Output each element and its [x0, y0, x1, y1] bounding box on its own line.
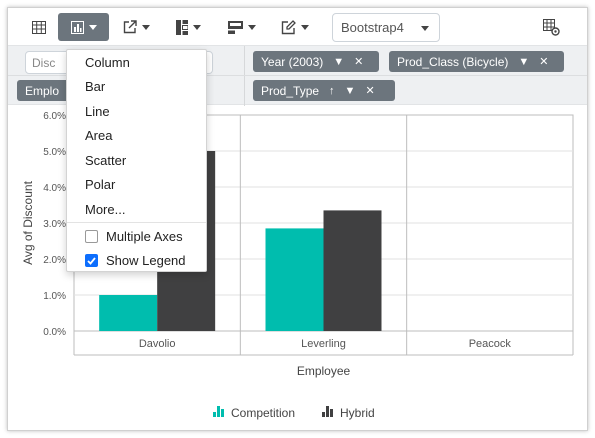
field-list-button[interactable]	[538, 13, 564, 41]
export-icon	[123, 20, 137, 34]
legend-label: Hybrid	[340, 406, 375, 420]
field-list-icon	[542, 18, 560, 36]
x-axis-title: Employee	[297, 364, 351, 378]
grandtotals-icon	[228, 20, 243, 34]
y-tick-label: 2.0%	[43, 255, 66, 266]
y-tick-label: 1.0%	[43, 291, 66, 302]
menu-item-line[interactable]: Line	[85, 104, 110, 119]
column-pill-prod-type[interactable]: Prod_Type ↑ ▼ ✕	[253, 80, 395, 101]
row-field-label: Emplo	[25, 83, 60, 98]
pivot-view: Bootstrap4 Disc Emplo Year (2003) ▼ ✕ Pr…	[7, 7, 588, 431]
chevron-down-icon	[248, 24, 256, 30]
menu-item-column[interactable]: Column	[85, 55, 130, 70]
legend-marker-icon	[322, 412, 325, 417]
chevron-down-icon	[192, 24, 201, 30]
y-axis-title: Avg of Discount	[21, 180, 35, 264]
menu-item-scatter[interactable]: Scatter	[85, 153, 126, 168]
chart-type-menu: Column Bar Line Area Scatter Polar More.…	[66, 49, 207, 272]
menu-item-polar[interactable]: Polar	[85, 177, 115, 192]
legend-label: Competition	[231, 406, 295, 420]
legend-marker-icon	[221, 409, 224, 417]
toolbar: Bootstrap4	[8, 8, 587, 45]
grand-totals-button[interactable]	[220, 13, 264, 41]
value-field-text: Disc	[32, 55, 56, 70]
bar-competition	[99, 295, 158, 331]
filter-pill-year[interactable]: Year (2003) ▼ ✕	[253, 51, 379, 72]
y-tick-label: 3.0%	[43, 219, 66, 230]
filter-icon[interactable]: ▼	[345, 85, 356, 97]
grouping-divider	[244, 46, 245, 106]
close-icon[interactable]: ✕	[365, 84, 374, 97]
bar-competition	[265, 228, 324, 331]
show-legend-label: Show Legend	[106, 253, 186, 268]
checkbox-unchecked-icon	[85, 230, 98, 243]
filter-pill-label: Prod_Class (Bicycle)	[397, 54, 509, 69]
theme-select[interactable]: Bootstrap4	[332, 13, 440, 42]
grid-view-button[interactable]	[25, 13, 53, 41]
x-tick-label: Davolio	[139, 338, 176, 350]
x-tick-label: Leverling	[301, 338, 346, 350]
chart-type-button[interactable]	[58, 13, 109, 41]
grid-icon	[32, 20, 46, 34]
y-tick-label: 5.0%	[43, 147, 66, 158]
bar-hybrid	[323, 210, 382, 331]
theme-select-value: Bootstrap4	[341, 20, 404, 35]
formatting-button[interactable]	[274, 13, 316, 41]
chart-icon	[70, 20, 84, 34]
chevron-down-icon	[141, 24, 150, 30]
legend-marker-icon	[217, 406, 220, 417]
chevron-down-icon	[88, 24, 97, 30]
chevron-down-icon	[301, 24, 309, 30]
column-pill-label: Prod_Type	[261, 83, 320, 98]
checkbox-checked-icon	[85, 254, 98, 267]
menu-item-bar[interactable]: Bar	[85, 79, 105, 94]
y-tick-label: 4.0%	[43, 183, 66, 194]
menu-item-area[interactable]: Area	[85, 128, 112, 143]
legend-marker-icon	[330, 409, 333, 417]
close-icon[interactable]: ✕	[539, 55, 548, 68]
multiple-axes-checkbox[interactable]: Multiple Axes	[85, 229, 183, 244]
show-legend-checkbox[interactable]: Show Legend	[85, 253, 186, 268]
sort-ascending-icon[interactable]: ↑	[329, 85, 335, 97]
menu-item-more[interactable]: More...	[85, 202, 125, 217]
multiple-axes-label: Multiple Axes	[106, 229, 183, 244]
filter-icon[interactable]: ▼	[518, 56, 529, 68]
filter-pill-prod-class[interactable]: Prod_Class (Bicycle) ▼ ✕	[389, 51, 564, 72]
export-button[interactable]	[116, 13, 156, 41]
close-icon[interactable]: ✕	[354, 55, 363, 68]
legend-marker-icon	[326, 406, 329, 417]
y-tick-label: 0.0%	[43, 327, 66, 338]
legend-marker-icon	[213, 412, 216, 417]
filter-icon[interactable]: ▼	[333, 56, 344, 68]
subtotals-button[interactable]	[168, 13, 208, 41]
filter-pill-label: Year (2003)	[261, 54, 324, 69]
format-icon	[281, 19, 296, 34]
y-tick-label: 6.0%	[43, 111, 66, 122]
chevron-down-icon	[421, 26, 429, 31]
x-tick-label: Peacock	[469, 338, 512, 350]
subtotals-icon	[175, 19, 188, 35]
menu-divider	[67, 222, 206, 223]
